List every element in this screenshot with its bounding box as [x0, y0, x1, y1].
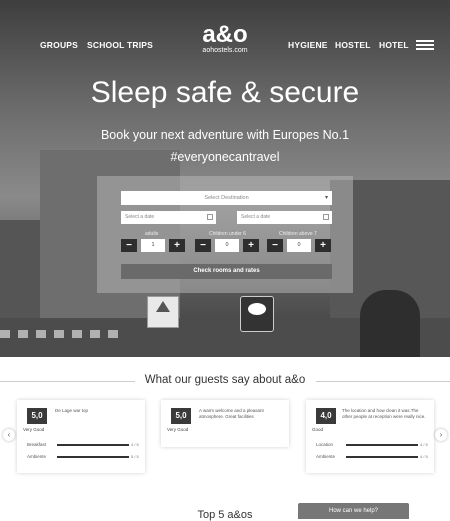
review-card: 4,0 Good The location and how clean it w… — [306, 400, 434, 473]
chevron-down-icon: ▾ — [324, 195, 328, 201]
hamburger-icon[interactable] — [416, 40, 434, 50]
rating-name: Ambiente — [27, 454, 47, 459]
adults-minus-button[interactable]: − — [121, 239, 137, 252]
children-above-stepper: − 0 + — [267, 239, 331, 252]
calendar-icon — [207, 214, 213, 220]
rating-name: Ambiente — [316, 454, 336, 459]
carousel-next-button[interactable]: › — [435, 429, 447, 441]
certificate-badge — [240, 296, 274, 332]
nav-groups[interactable]: GROUPS — [40, 40, 78, 50]
rating-value: 4 / 5 — [131, 442, 139, 447]
checkout-date-input[interactable]: Select a date — [237, 211, 332, 224]
destination-placeholder: Select Destination — [204, 195, 249, 201]
booking-panel: Select Destination ▾ Select a date Selec… — [97, 176, 353, 293]
checkout-placeholder: Select a date — [241, 214, 271, 220]
review-score: 4,0 — [316, 408, 336, 424]
review-score-label: Very Good — [167, 427, 189, 432]
adults-value[interactable]: 1 — [141, 239, 165, 252]
background-person — [360, 290, 420, 357]
review-score: 5,0 — [27, 408, 47, 424]
rating-value: 5 / 5 — [131, 454, 139, 459]
logo-url: aohostels.com — [202, 47, 248, 54]
hero-title: Sleep safe & secure — [90, 76, 360, 109]
reviews-title: What our guests say about a&o — [144, 374, 306, 386]
children-above-label: Children above 7 — [279, 231, 317, 237]
review-text: The location and how clean it was.The ot… — [342, 408, 426, 419]
background-crosswalk — [0, 330, 120, 338]
review-card: 5,0 Very Good A warm welcome and a pleas… — [161, 400, 289, 447]
review-card: 5,0 Very Good De Lage war top Breakfast … — [17, 400, 145, 473]
checkin-placeholder: Select a date — [125, 214, 155, 220]
review-text: A warm welcome and a pleasant atmosphere… — [199, 408, 264, 419]
review-text: De Lage war top — [55, 408, 89, 413]
rating-value: 4 / 5 — [420, 442, 428, 447]
hero-section: GROUPS SCHOOL TRIPS a&o aohostels.com HY… — [0, 0, 450, 357]
logo-text: a&o — [202, 21, 248, 48]
destination-select[interactable]: Select Destination ▾ — [121, 191, 332, 205]
children-under-stepper: − 0 + — [195, 239, 259, 252]
rating-name: Location — [316, 442, 334, 447]
rating-bar — [57, 444, 129, 446]
rating-bar — [346, 456, 418, 458]
rating-bar — [57, 456, 129, 458]
calendar-icon — [323, 214, 329, 220]
carousel-prev-button[interactable]: ‹ — [3, 429, 15, 441]
children-under-minus-button[interactable]: − — [195, 239, 211, 252]
rating-value: 4 / 5 — [420, 454, 428, 459]
checkin-date-input[interactable]: Select a date — [121, 211, 216, 224]
nav-hygiene[interactable]: HYGIENE — [288, 40, 328, 50]
help-chat-button[interactable]: How can we help? — [298, 503, 409, 519]
nav-hostel[interactable]: HOSTEL — [335, 40, 371, 50]
review-score-label: Very Good — [23, 427, 45, 432]
review-score-label: Good — [312, 427, 324, 432]
children-under-plus-button[interactable]: + — [243, 239, 259, 252]
children-above-value[interactable]: 0 — [287, 239, 311, 252]
hero-hashtag: #everyonecantravel — [170, 150, 280, 164]
rating-name: Breakfast — [27, 442, 47, 447]
adults-label: adults — [145, 231, 159, 237]
logo[interactable]: a&o aohostels.com — [190, 21, 260, 55]
adults-plus-button[interactable]: + — [169, 239, 185, 252]
hero-subtitle: Book your next adventure with Europes No… — [100, 128, 350, 142]
section-divider — [316, 381, 450, 382]
check-rooms-button[interactable]: Check rooms and rates — [121, 264, 332, 279]
nav-hotel[interactable]: HOTEL — [379, 40, 409, 50]
award-triangle-icon — [156, 301, 170, 312]
adults-stepper: − 1 + — [121, 239, 185, 252]
children-above-plus-button[interactable]: + — [315, 239, 331, 252]
children-above-minus-button[interactable]: − — [267, 239, 283, 252]
award-badge — [147, 296, 179, 328]
review-score: 5,0 — [171, 408, 191, 424]
nav-school-trips[interactable]: SCHOOL TRIPS — [87, 40, 153, 50]
rating-bar — [346, 444, 418, 446]
children-under-value[interactable]: 0 — [215, 239, 239, 252]
certificate-icon — [248, 303, 266, 315]
children-under-label: Children under 6 — [209, 231, 246, 237]
